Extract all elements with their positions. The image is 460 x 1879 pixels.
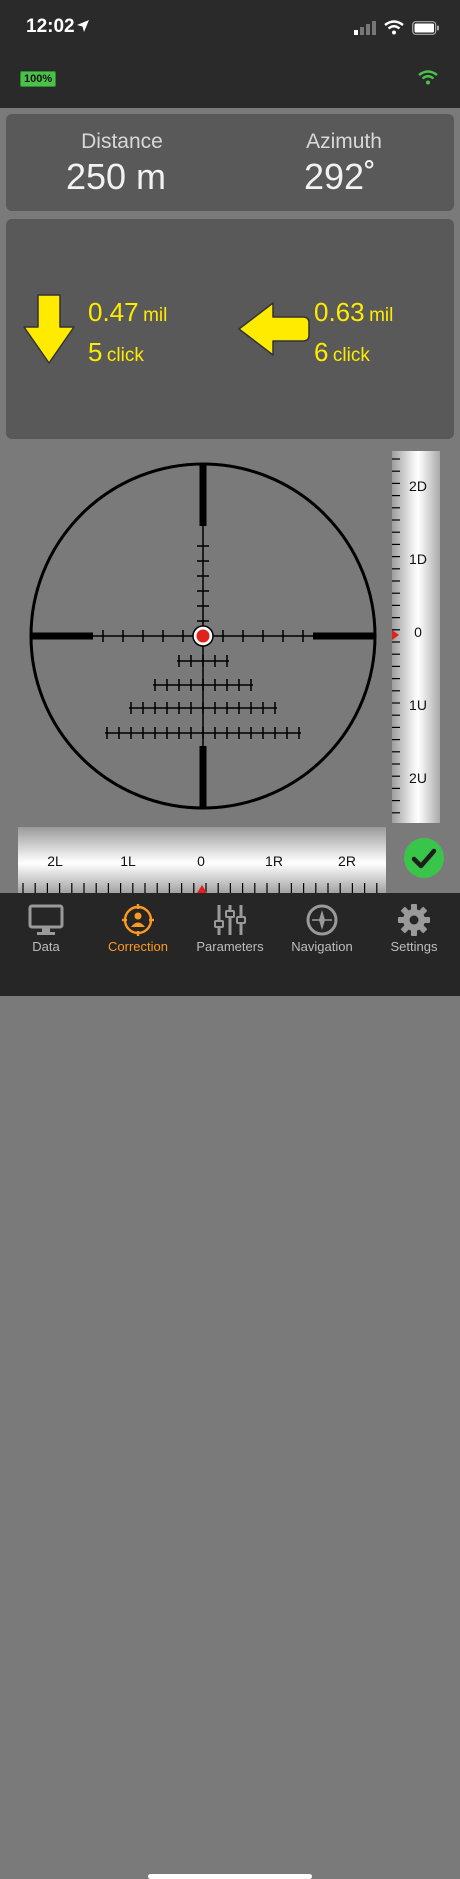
wifi-icon [384, 20, 404, 35]
horizontal-ruler-label: 2R [338, 853, 356, 869]
tab-settings-label: Settings [390, 939, 438, 954]
vertical-ruler-label: 1D [409, 551, 427, 567]
arrow-down-icon [23, 294, 75, 364]
vertical-ruler-label: 2D [409, 478, 427, 494]
vertical-mil-value: 0.47 [88, 297, 139, 327]
vertical-ruler-label: 2U [409, 770, 427, 786]
tab-bar: Data Correction Parameters Navigation Se… [0, 893, 460, 1879]
confirm-button[interactable] [404, 838, 444, 878]
monitor-icon [28, 904, 64, 935]
tab-navigation-label: Navigation [291, 939, 353, 954]
reticle-crosshair [29, 462, 377, 810]
gear-icon [398, 904, 430, 936]
vertical-ruler-label: 0 [414, 624, 422, 640]
location-arrow-icon [77, 20, 89, 32]
reticle-view[interactable] [0, 450, 392, 828]
vertical-clicks: 5 click [88, 337, 144, 368]
device-battery-badge: 100% [20, 71, 57, 87]
tab-correction-label: Correction [108, 939, 168, 954]
horizontal-ruler-label: 1L [120, 853, 136, 869]
horizontal-mil-unit: mil [369, 305, 394, 326]
horizontal-clicks-value: 6 [314, 337, 329, 367]
horizontal-mil-value: 0.63 [314, 297, 365, 327]
battery-icon [412, 20, 439, 35]
azimuth-label: Azimuth [306, 130, 382, 153]
azimuth-value: 292˚ [303, 156, 377, 197]
aim-point-dot [196, 629, 210, 643]
range-info-panel: Distance 250 m Azimuth 292˚ [6, 114, 454, 211]
horizontal-ruler-label: 1R [265, 853, 283, 869]
correction-panel: 0.47 mil 5 click 0.63 mil 6 click [6, 219, 454, 439]
distance-value: 250 m [65, 156, 167, 197]
horizontal-ruler-label: 0 [197, 853, 205, 869]
status-time: 12:02 [26, 16, 75, 37]
arrow-left-icon [238, 302, 310, 356]
vertical-correction-ruler[interactable]: 2D 1D 0 1U 2U [392, 451, 440, 823]
vertical-ruler-marker [392, 630, 399, 640]
crosshair-person-icon [122, 904, 154, 936]
tab-data-label: Data [32, 939, 60, 954]
horizontal-ruler-labels: 2L 1L 0 1R 2R [47, 853, 356, 869]
horizontal-clicks: 6 click [314, 337, 370, 368]
vertical-mil-unit: mil [143, 305, 168, 326]
tab-parameters-label: Parameters [196, 939, 264, 954]
signal-icon [354, 20, 376, 35]
sliders-icon [214, 905, 246, 935]
checkmark-icon [411, 848, 437, 869]
horizontal-correction-ruler[interactable]: 2L 1L 0 1R 2R [18, 827, 386, 893]
horizontal-mil: 0.63 mil [314, 297, 393, 328]
vertical-mil: 0.47 mil [88, 297, 167, 328]
home-indicator [148, 1874, 312, 1879]
vertical-clicks-value: 5 [88, 337, 103, 367]
status-bar: 12:02 100% [0, 0, 460, 108]
vertical-ruler-label: 1U [409, 697, 427, 713]
vertical-clicks-unit: click [106, 345, 144, 366]
distance-label: Distance [81, 130, 163, 153]
horizontal-clicks-unit: click [332, 345, 370, 366]
connection-wifi-icon [418, 70, 438, 85]
vertical-ruler-labels: 2D 1D 0 1U 2U [409, 478, 427, 786]
compass-icon [306, 904, 338, 936]
horizontal-ruler-label: 2L [47, 853, 63, 869]
